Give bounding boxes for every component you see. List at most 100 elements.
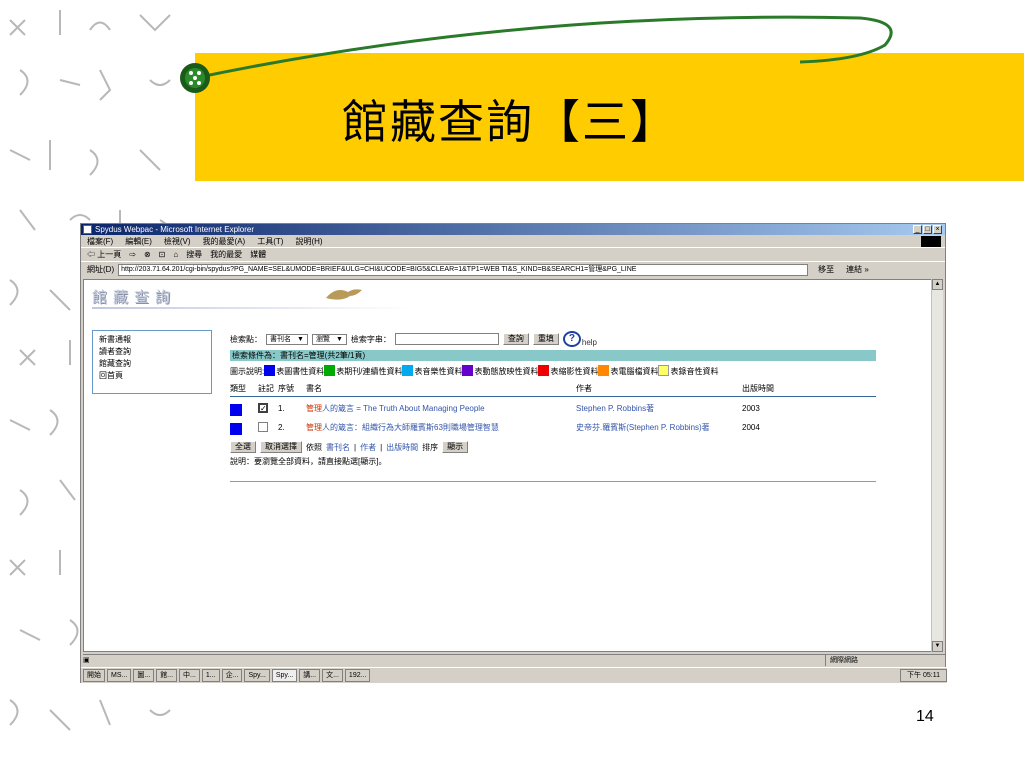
ie-icon [83,225,92,234]
left-nav: 新書通報 讀者查詢 館藏查詢 回首頁 [92,330,212,394]
favorites-button[interactable]: 我的最愛 [210,248,242,261]
row-title-link[interactable]: 管理人的箴言：組織行為大師羅賓斯63則職場管理智慧 [306,422,576,435]
nav-reader-query[interactable]: 讀者查詢 [99,346,205,358]
taskbar-item[interactable]: 文... [322,669,343,682]
search-condition: 檢索條件為：書刊名=管理(共2筆/1頁) [230,350,876,361]
result-actions: 全選 取消選擇 依照 書刊名 | 作者 | 出版時間 排序 顯示 [230,441,880,453]
row-checkbox[interactable]: ✓ [258,403,268,413]
music-type-icon [402,365,414,376]
taskbar: 開始 MS... 圖... 館... 中... 1... 企... Spy...… [81,667,947,683]
taskbar-item[interactable]: 企... [221,669,243,682]
menu-bar: 檔案(F) 編輯(E) 檢視(V) 我的最愛(A) 工具(T) 說明(H) [81,235,945,248]
window-titlebar: Spydus Webpac - Microsoft Internet Explo… [81,224,945,235]
sort-title-link[interactable]: 書刊名 [326,442,350,453]
media-button[interactable]: 媒體 [250,248,266,261]
page-number: 14 [916,708,934,725]
row-author-link[interactable]: 史帝芬.羅賓斯(Stephen P. Robbins)著 [576,422,742,435]
col-author: 作者 [576,384,592,393]
menu-tools[interactable]: 工具(T) [257,235,283,247]
display-button[interactable]: 顯示 [442,441,469,453]
col-year: 出版時間 [742,384,774,393]
maximize-button[interactable]: □ [923,225,932,234]
search-input[interactable] [394,333,499,345]
page-icon: ▣ [83,657,90,664]
taskbar-item[interactable]: 圖... [133,669,155,682]
back-button[interactable]: ⇦ 上一頁 [87,248,121,261]
minimize-button[interactable]: _ [913,225,922,234]
taskbar-item[interactable]: MS... [107,669,132,682]
row-number: 2. [278,423,285,432]
taskbar-item[interactable]: 192... [344,669,371,682]
sort-author-link[interactable]: 作者 [360,442,376,453]
toolbar: ⇦ 上一頁 ⇨ ⊗ ⊡ ⌂ 搜尋 我的最愛 媒體 [81,248,945,262]
start-button[interactable]: 開始 [83,669,105,682]
row-author-link[interactable]: Stephen P. Robbins著 [576,403,742,416]
sort-by-label: 依照 [306,442,322,452]
address-input[interactable]: http://203.71.64.201/cgi-bin/spydus?PG_N… [118,263,809,276]
computer-file-type-icon [598,365,610,376]
search-point-label: 檢索點： [230,334,262,344]
menu-view[interactable]: 檢視(V) [164,235,191,247]
forward-button[interactable]: ⇨ [129,248,136,261]
menu-help[interactable]: 說明(H) [295,235,322,247]
book-type-icon [230,404,242,416]
scroll-down-icon[interactable]: ▼ [932,641,943,652]
select-all-button[interactable]: 全選 [230,441,256,453]
taskbar-item[interactable]: 館... [156,669,178,682]
row-checkbox[interactable] [258,422,268,432]
stop-button[interactable]: ⊗ [144,248,151,261]
taskbar-item-active[interactable]: Spy... [271,669,298,682]
logo-icon [326,289,362,300]
nav-collection-query[interactable]: 館藏查詢 [99,358,205,370]
taskbar-item[interactable]: Spy... [244,669,270,682]
scroll-up-icon[interactable]: ▲ [932,279,943,290]
taskbar-item[interactable]: 講... [299,669,321,682]
audio-type-icon [658,365,670,376]
legend: 圖示說明: 表圖書性資料 表期刊/連續性資料 表音樂性資料 表動態放映性資料 表縮影性資料… [230,365,719,376]
menu-edit[interactable]: 編輯(E) [125,235,152,247]
go-button[interactable]: 移至 [818,262,834,277]
bottom-divider [230,481,876,482]
vertical-scrollbar[interactable]: ▲ ▼ [931,279,943,652]
col-mark: 註記 [258,384,274,393]
banner-divider [92,307,412,309]
col-no: 序號 [278,384,294,393]
menu-file[interactable]: 檔案(F) [87,235,113,247]
serial-type-icon [324,365,336,376]
usage-note: 說明：要瀏覽全部資料，請直接點選[顯示]。 [230,457,387,466]
search-main: 檢索點： 書刊名 ▼ 瀏覽 ▼ 檢索字串： 查詢 重填 ? help 檢索條件為：書… [230,330,880,482]
address-label: 網址(D) [87,265,115,274]
search-button[interactable]: 搜尋 [186,248,202,261]
browser-window: Spydus Webpac - Microsoft Internet Explo… [80,223,947,683]
row-year: 2004 [742,423,760,432]
nav-new-books[interactable]: 新書通報 [99,334,205,346]
help-link[interactable]: ? help [562,331,597,347]
taskbar-item[interactable]: 1... [201,669,220,682]
query-button[interactable]: 查詢 [502,333,529,345]
taskbar-item[interactable]: 中... [179,669,200,682]
refresh-button[interactable]: ⊡ [159,248,166,261]
reset-button[interactable]: 重填 [532,333,559,345]
col-type: 類型 [230,384,246,393]
nav-home[interactable]: 回首頁 [99,370,205,382]
home-button[interactable]: ⌂ [173,248,178,261]
site-banner: 館藏查詢 [92,288,177,306]
row-number: 1. [278,404,285,413]
row-title-link[interactable]: 管理人的箴言 = The Truth About Managing People [306,403,576,416]
book-type-icon [230,423,242,435]
status-bar: ▣ 網際網路 [83,654,945,666]
links-button[interactable]: 連結 » [846,262,869,277]
search-row: 檢索點： 書刊名 ▼ 瀏覽 ▼ 檢索字串： 查詢 重填 ? help [230,330,880,348]
sort-year-link[interactable]: 出版時間 [386,442,418,453]
table-row: ✓ 1. 管理人的箴言 = The Truth About Managing P… [230,403,876,416]
search-string-label: 檢索字串： [350,334,391,344]
security-zone: 網際網路 [825,655,945,666]
search-mode-select[interactable]: 瀏覽 ▼ [311,333,347,345]
cancel-select-button[interactable]: 取消選擇 [260,441,302,453]
search-point-select[interactable]: 書刊名 ▼ [266,333,308,345]
menu-favorites[interactable]: 我的最愛(A) [203,235,246,247]
system-clock[interactable]: 下午 05:11 [900,669,947,682]
book-type-icon [264,365,276,376]
sort-label: 排序 [422,442,439,452]
close-button[interactable]: × [933,225,942,234]
